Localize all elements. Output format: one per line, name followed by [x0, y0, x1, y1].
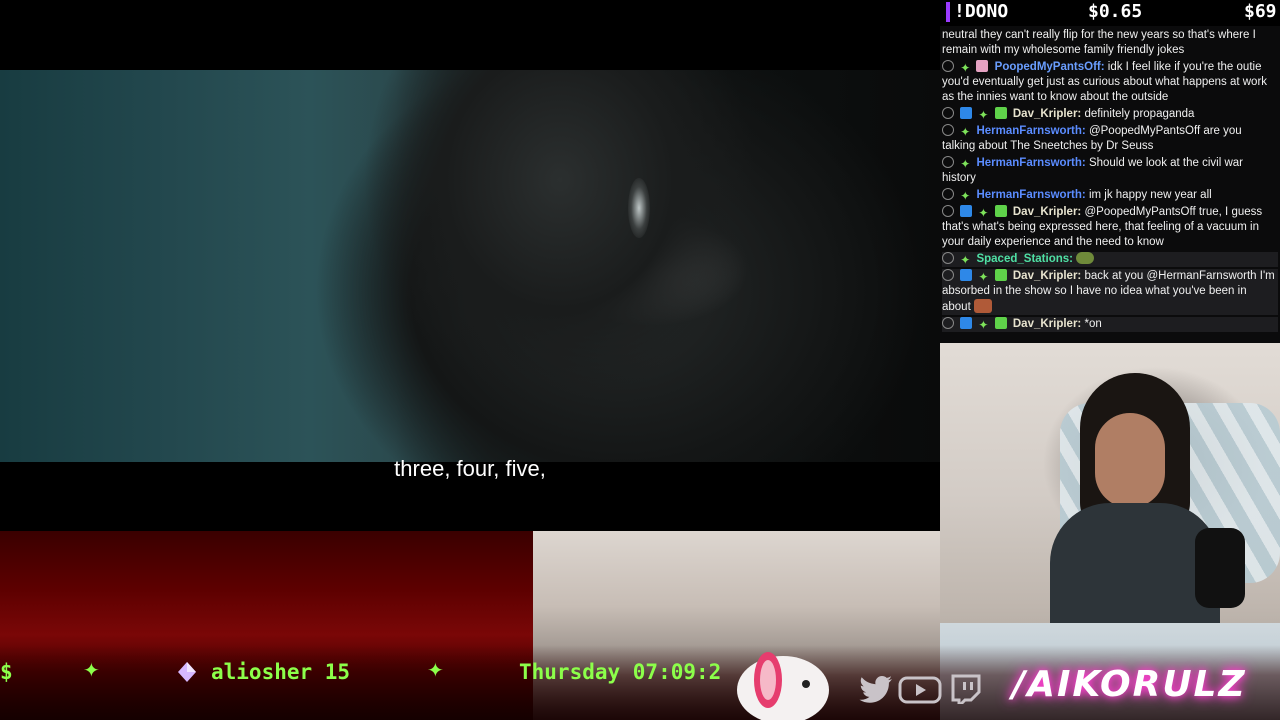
user-icon	[942, 188, 954, 200]
ticker-clock: Thursday 07:09:2	[519, 660, 722, 684]
ticker-left-text: $	[0, 660, 13, 684]
mascot-icon	[737, 652, 829, 720]
sparkle-icon: ✦	[960, 189, 971, 203]
chat-message-text: im jk happy new year all	[1088, 189, 1212, 201]
face-emote-icon	[973, 299, 992, 313]
sparkle-icon: ✦	[960, 125, 971, 139]
gift-badge-icon	[994, 107, 1007, 119]
donation-amount: $0.65	[1088, 1, 1143, 22]
sparkle-icon: ✦	[978, 206, 989, 220]
user-icon	[942, 269, 954, 281]
donation-accent	[946, 2, 950, 22]
chat-username[interactable]: Dav_Kripler:	[1013, 108, 1081, 120]
channel-name: /AIKORULZ	[1012, 664, 1247, 705]
ticker-username: aliosher 15	[211, 660, 351, 684]
chat-message: ✦ HermanFarnsworth: @PoopedMyPantsOff ar…	[942, 124, 1278, 154]
sparkle-icon: ✦	[978, 270, 989, 284]
twitch-icon[interactable]	[947, 674, 983, 704]
sparkle-icon: ✦	[960, 61, 971, 75]
sparkle-icon: ✦	[427, 660, 444, 682]
donation-label: !DONO	[954, 1, 1009, 22]
chat-message: ✦ Spaced_Stations:	[942, 252, 1278, 267]
chat-username[interactable]: Dav_Kripler:	[1013, 206, 1081, 218]
chat-message: ✦ Dav_Kripler: *on	[942, 317, 1278, 332]
webcam-person-face	[1095, 413, 1165, 508]
donation-bar: !DONO $0.65 $69	[940, 0, 1280, 26]
user-icon	[942, 60, 954, 72]
user-icon	[942, 156, 954, 168]
moderator-badge-icon	[960, 317, 973, 329]
gift-badge-icon	[994, 205, 1007, 217]
video-eye-glint	[628, 178, 650, 238]
chat-message: neutral they can't really flip for the n…	[942, 28, 1278, 58]
social-links	[858, 674, 983, 708]
chat-message-text: idk I feel like if you're the outie you'…	[942, 61, 1268, 103]
chat-message: ✦ HermanFarnsworth: im jk happy new year…	[942, 188, 1278, 203]
chat-username[interactable]: HermanFarnsworth:	[976, 189, 1085, 201]
gem-icon	[178, 662, 196, 682]
youtube-icon[interactable]	[898, 674, 942, 704]
video-face-shadow	[360, 70, 780, 462]
video-subtitle: three, four, five,	[394, 456, 546, 481]
user-icon	[942, 124, 954, 136]
sparkle-icon: ✦	[978, 108, 989, 122]
chat-message: ✦ HermanFarnsworth: Should we look at th…	[942, 156, 1278, 186]
gift-badge-icon	[994, 317, 1007, 329]
sparkle-icon: ✦	[960, 253, 971, 267]
moderator-badge-icon	[960, 205, 973, 217]
chat-messages: neutral they can't really flip for the n…	[942, 28, 1278, 334]
chat-username[interactable]: HermanFarnsworth:	[976, 157, 1085, 169]
sparkle-icon: ✦	[83, 660, 100, 682]
chat-username[interactable]: PoopedMyPantsOff:	[995, 61, 1105, 73]
chat-message-text: *on	[1084, 318, 1102, 330]
chat-message-text: neutral they can't really flip for the n…	[942, 29, 1256, 56]
video-player[interactable]: three, four, five,	[0, 0, 940, 531]
user-icon	[942, 252, 954, 264]
twitter-icon[interactable]	[858, 674, 894, 704]
chat-username[interactable]: Dav_Kripler:	[1013, 270, 1081, 282]
moderator-badge-icon	[960, 269, 973, 281]
sparkle-icon: ✦	[960, 157, 971, 171]
user-icon	[942, 107, 954, 119]
user-icon	[942, 317, 954, 329]
chat-message: ✦ Dav_Kripler: @PoopedMyPantsOff true, I…	[942, 205, 1278, 250]
chat-message-text: @PoopedMyPantsOff true, I guess that's w…	[942, 206, 1263, 248]
chat-panel: !DONO $0.65 $69 neutral they can't reall…	[940, 0, 1280, 343]
chat-message-text: definitely propaganda	[1084, 108, 1195, 120]
user-icon	[942, 205, 954, 217]
gift-badge-icon	[994, 269, 1007, 281]
sparkle-icon: ✦	[978, 318, 989, 332]
frog-emote-icon	[1076, 252, 1095, 264]
chat-message: ✦ Dav_Kripler: back at you @HermanFarnsw…	[942, 269, 1278, 315]
subscriber-badge-icon	[976, 60, 989, 72]
chat-message: ✦ Dav_Kripler: definitely propaganda	[942, 107, 1278, 122]
donation-total: $69	[1244, 1, 1277, 22]
chat-message: ✦ PoopedMyPantsOff: idk I feel like if y…	[942, 60, 1278, 105]
chat-username[interactable]: Spaced_Stations:	[976, 253, 1073, 265]
chat-username[interactable]: Dav_Kripler:	[1013, 318, 1081, 330]
moderator-badge-icon	[960, 107, 973, 119]
microphone-icon	[1195, 528, 1245, 608]
chat-username[interactable]: HermanFarnsworth:	[976, 125, 1085, 137]
